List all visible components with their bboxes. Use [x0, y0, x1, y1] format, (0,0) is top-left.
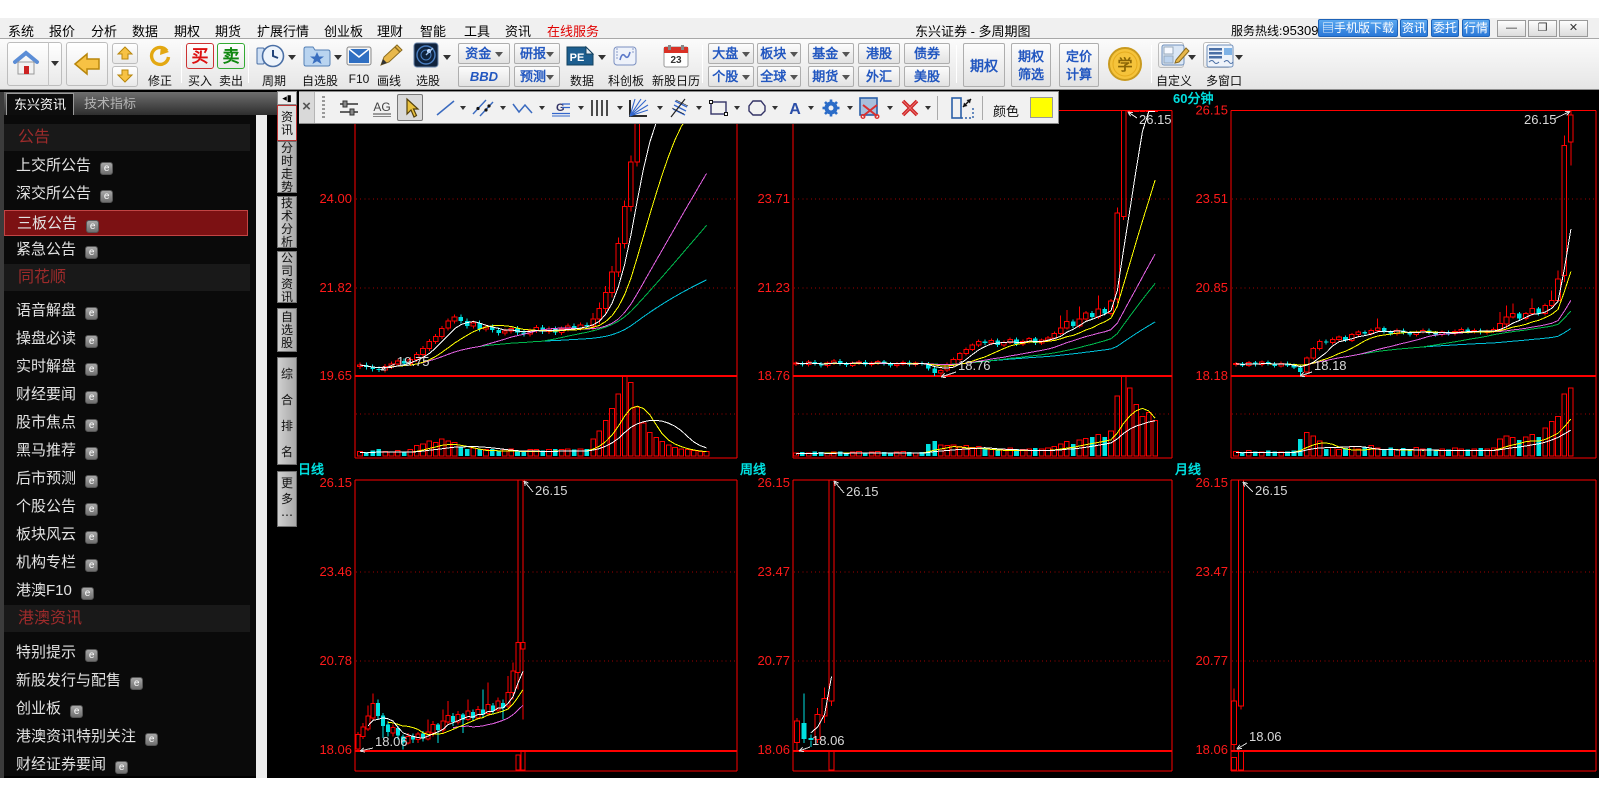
- svg-text:18.18: 18.18: [1195, 368, 1228, 383]
- svg-text:23.47: 23.47: [757, 564, 790, 579]
- svg-text:19.65: 19.65: [319, 368, 352, 383]
- svg-text:18.06: 18.06: [757, 742, 790, 757]
- svg-text:买: 买: [192, 47, 209, 66]
- svg-text:26.15: 26.15: [1195, 475, 1228, 490]
- svg-text:23.51: 23.51: [1195, 191, 1228, 206]
- svg-text:20.85: 20.85: [1195, 280, 1228, 295]
- svg-text:21.82: 21.82: [319, 280, 352, 295]
- svg-text:AG: AG: [373, 100, 390, 114]
- svg-text:20.77: 20.77: [1195, 653, 1228, 668]
- svg-text:60分钟: 60分钟: [1173, 91, 1213, 106]
- svg-text:A: A: [789, 101, 801, 118]
- svg-text:26.15: 26.15: [846, 484, 879, 499]
- svg-text:20.78: 20.78: [319, 653, 352, 668]
- svg-text:26.15: 26.15: [319, 475, 352, 490]
- svg-text:日线: 日线: [298, 462, 324, 477]
- svg-text:周线: 周线: [740, 462, 766, 477]
- svg-text:23.46: 23.46: [319, 564, 352, 579]
- svg-text:月线: 月线: [1174, 462, 1201, 477]
- svg-text:18.06: 18.06: [319, 742, 352, 757]
- svg-text:18.06: 18.06: [1195, 742, 1228, 757]
- svg-text:18.06: 18.06: [812, 733, 845, 748]
- svg-text:26.15: 26.15: [1139, 112, 1172, 127]
- svg-text:卖: 卖: [223, 46, 240, 66]
- svg-text:18.06: 18.06: [1249, 729, 1282, 744]
- svg-text:18.76: 18.76: [757, 368, 790, 383]
- svg-text:24.00: 24.00: [319, 191, 352, 206]
- svg-text:23.71: 23.71: [757, 191, 790, 206]
- svg-text:26.15: 26.15: [1524, 112, 1557, 127]
- svg-text:20.77: 20.77: [757, 653, 790, 668]
- svg-text:26.15: 26.15: [535, 483, 568, 498]
- svg-text:21.23: 21.23: [757, 280, 790, 295]
- svg-text:23.47: 23.47: [1195, 564, 1228, 579]
- svg-text:18.76: 18.76: [958, 358, 991, 373]
- svg-text:18.18: 18.18: [1314, 358, 1347, 373]
- svg-text:26.15: 26.15: [757, 475, 790, 490]
- svg-text:26.15: 26.15: [1255, 483, 1288, 498]
- svg-text:18.06: 18.06: [375, 734, 408, 749]
- svg-text:19.75: 19.75: [397, 354, 430, 369]
